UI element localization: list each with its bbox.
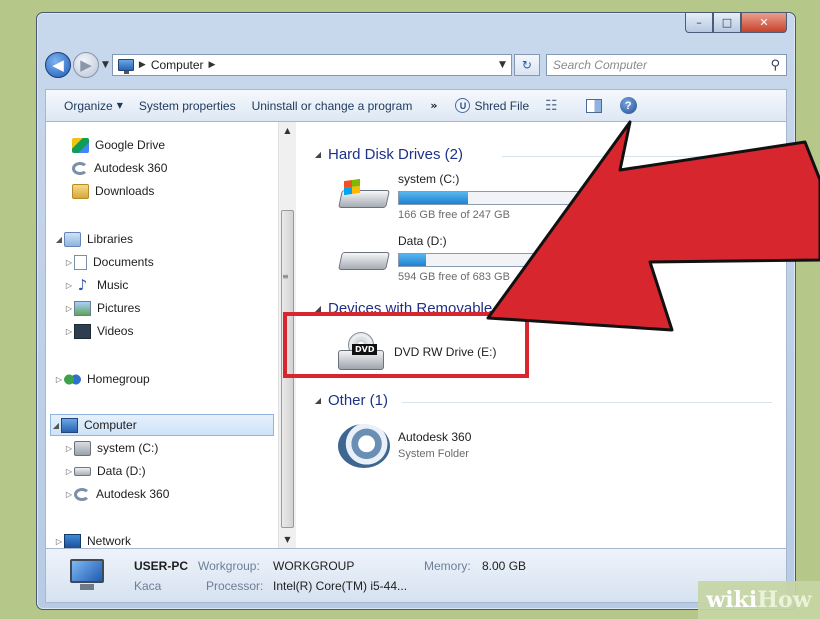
wikihow-watermark: wiki How (698, 581, 820, 619)
watermark-part-b: How (757, 587, 812, 613)
watermark-part-a: wiki (706, 587, 758, 613)
pointer-arrow-icon (486, 120, 820, 332)
